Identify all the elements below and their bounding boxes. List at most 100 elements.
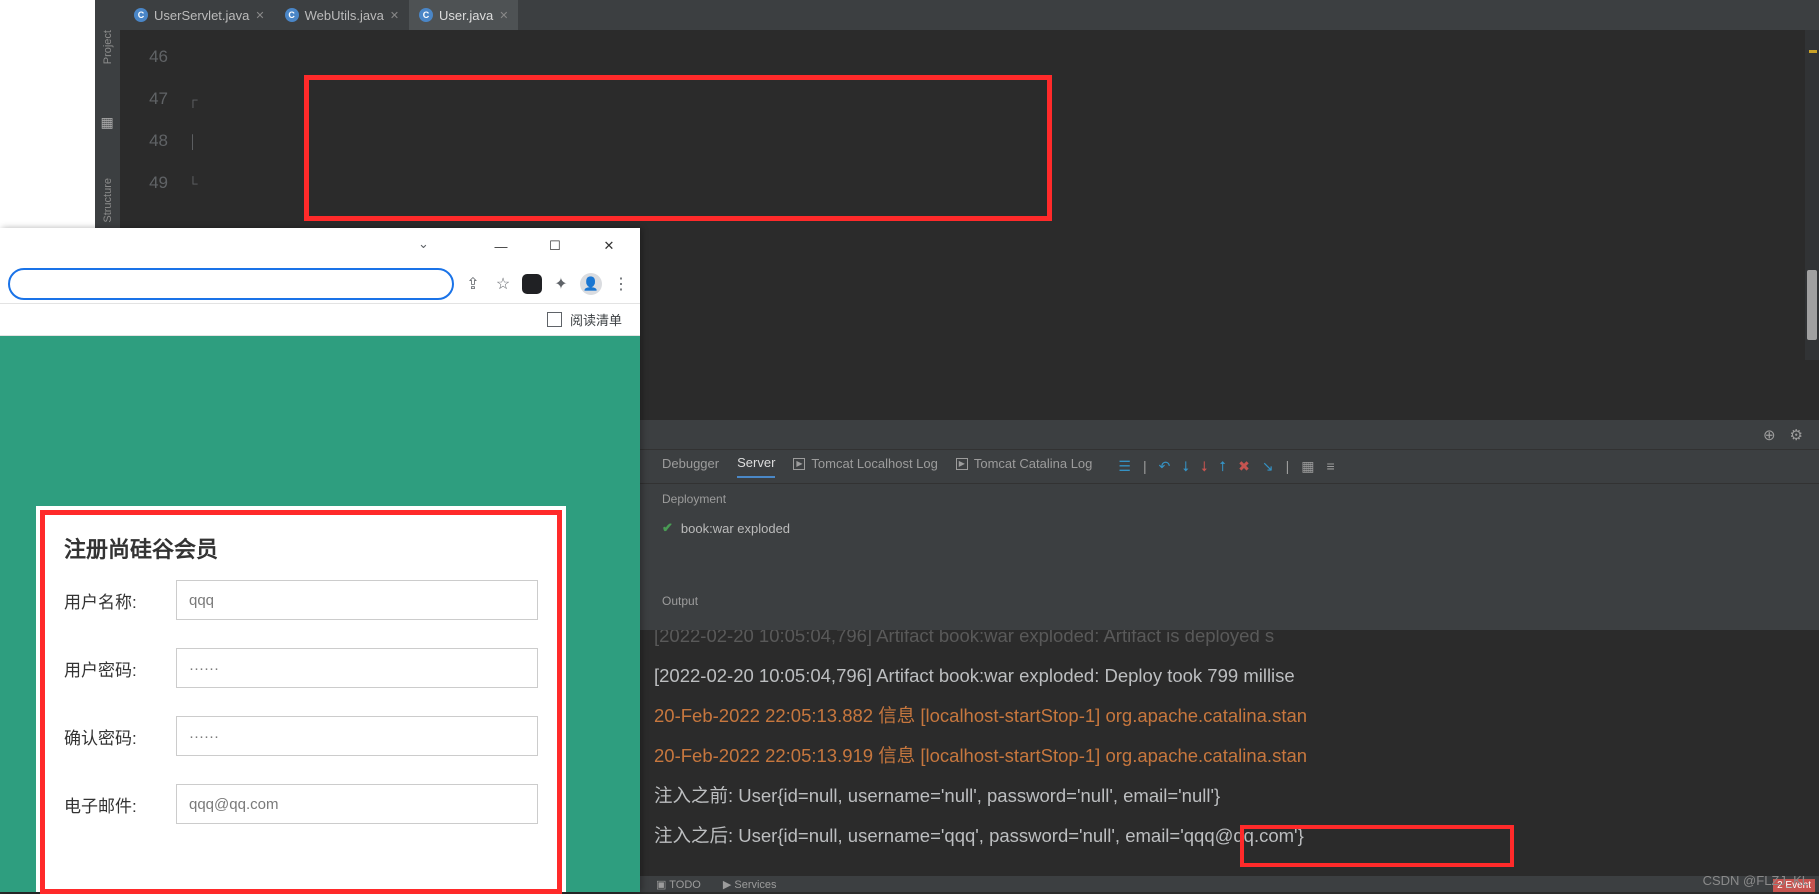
tab-label: UserServlet.java	[154, 8, 249, 23]
tab-debugger[interactable]: Debugger	[662, 456, 719, 477]
star-icon[interactable]: ☆	[492, 274, 514, 294]
console-output[interactable]: [2022-02-20 10:05:04,796] Artifact book:…	[640, 630, 1819, 890]
cancel-icon[interactable]: ✖	[1238, 458, 1250, 475]
line-num: 48	[120, 120, 168, 162]
ide-tool-strip: Project ▦ Structure ☰	[95, 0, 120, 230]
gear-icon[interactable]: ⚙	[1790, 426, 1803, 444]
watermark: CSDN @FLZJ_KL	[1703, 873, 1809, 888]
tool-structure-label[interactable]: Structure	[102, 178, 114, 223]
status-todo[interactable]: ▣ TODO	[656, 878, 701, 891]
address-bar[interactable]	[8, 268, 454, 300]
bookmarks-row: 阅读清单	[0, 304, 640, 336]
console-line: 注入之前: User{id=null, username='null', pas…	[654, 776, 1805, 816]
minimize-button[interactable]: —	[478, 231, 524, 261]
console-line: 20-Feb-2022 22:05:13.919 信息 [localhost-s…	[654, 736, 1805, 776]
email-label: 电子邮件:	[64, 792, 160, 817]
window-titlebar: ⌄ — ☐ ✕	[0, 228, 640, 264]
arrow-up-left-icon[interactable]: ↶	[1159, 458, 1171, 475]
username-input[interactable]	[176, 580, 538, 620]
line-num: 47	[120, 78, 168, 120]
confirm-label: 确认密码:	[64, 724, 160, 749]
panel-top-toolbar: ⊕ ⚙	[640, 420, 1819, 450]
profile-avatar[interactable]: 👤	[580, 273, 602, 295]
kebab-menu-icon[interactable]: ⋮	[610, 274, 632, 294]
browser-toolbar: ⇪ ☆ ✦ 👤 ⋮	[0, 264, 640, 304]
artifact-name: book:war exploded	[681, 521, 790, 536]
ide-status-bar: ▣ TODO ▶ Services	[640, 876, 1819, 892]
username-label: 用户名称:	[64, 588, 160, 613]
tab-webutils[interactable]: C WebUtils.java ✕	[275, 0, 409, 30]
download-red-icon[interactable]: ⭣	[1201, 458, 1208, 475]
log-icon: ▶	[793, 458, 805, 470]
status-services[interactable]: ▶ Services	[723, 878, 777, 891]
form-row-password: 用户密码:	[64, 648, 538, 688]
fold-start-icon[interactable]: ┌	[188, 78, 197, 120]
line-gutter: 46 47 48 49	[120, 36, 180, 204]
editor-scroll-stripe[interactable]	[1805, 30, 1819, 360]
fold-column: ┌ │ └	[182, 36, 204, 204]
deployment-header: Deployment	[640, 484, 1819, 514]
rows-icon[interactable]: ≡	[1326, 458, 1334, 475]
line-num: 46	[120, 36, 168, 78]
close-icon[interactable]: ✕	[255, 9, 264, 22]
puzzle-icon[interactable]: ✦	[550, 274, 572, 294]
confirm-input[interactable]	[176, 716, 538, 756]
form-title: 注册尚硅谷会员	[64, 532, 538, 564]
tab-tomcat-localhost-log[interactable]: ▶ Tomcat Localhost Log	[793, 456, 937, 477]
line-num: 49	[120, 162, 168, 204]
password-input[interactable]	[176, 648, 538, 688]
extension-icon[interactable]	[522, 274, 542, 294]
redo-icon[interactable]: ↘	[1262, 458, 1274, 475]
tab-userservlet[interactable]: C UserServlet.java ✕	[124, 0, 275, 30]
fold-mid: │	[189, 120, 197, 162]
close-icon[interactable]: ✕	[390, 9, 399, 22]
tab-label: Tomcat Catalina Log	[974, 456, 1093, 471]
tab-label: Tomcat Localhost Log	[811, 456, 937, 471]
tab-label: WebUtils.java	[305, 8, 384, 23]
java-class-icon: C	[419, 8, 433, 22]
grid-icon[interactable]: ▦	[1301, 458, 1314, 475]
form-row-email: 电子邮件:	[64, 784, 538, 824]
browser-window: ⌄ — ☐ ✕ ⇪ ☆ ✦ 👤 ⋮ 阅读清单 注册尚硅谷会员 用户名称: 用户密…	[0, 228, 640, 892]
console-line: [2022-02-20 10:05:04,796] Artifact book:…	[654, 630, 1805, 656]
page-content: 注册尚硅谷会员 用户名称: 用户密码: 确认密码: 电子邮件:	[0, 336, 640, 892]
fold-end-icon[interactable]: └	[188, 162, 197, 204]
folder-icon[interactable]: ▦	[101, 114, 115, 128]
console-line: 20-Feb-2022 22:05:13.882 信息 [localhost-s…	[654, 696, 1805, 736]
tab-label: User.java	[439, 8, 493, 23]
log-icon: ▶	[956, 458, 968, 470]
download-icon[interactable]: ⭣	[1182, 458, 1189, 475]
chevron-down-icon[interactable]: ⌄	[418, 236, 429, 252]
password-label: 用户密码:	[64, 656, 160, 681]
code-line	[250, 120, 627, 162]
tab-server[interactable]: Server	[737, 455, 775, 478]
reading-list-icon[interactable]	[547, 312, 562, 327]
tab-tomcat-catalina-log[interactable]: ▶ Tomcat Catalina Log	[956, 456, 1093, 477]
email-input[interactable]	[176, 784, 538, 824]
list-icon[interactable]: ☰	[1118, 458, 1131, 475]
register-form-card: 注册尚硅谷会员 用户名称: 用户密码: 确认密码: 电子邮件:	[36, 506, 566, 892]
editor-tabs: C UserServlet.java ✕ C WebUtils.java ✕ C…	[120, 0, 1819, 30]
maximize-button[interactable]: ☐	[532, 231, 578, 261]
console-line: 注入之后: User{id=null, username='qqq', pass…	[654, 816, 1805, 856]
java-class-icon: C	[285, 8, 299, 22]
form-row-confirm: 确认密码:	[64, 716, 538, 756]
target-icon[interactable]: ⊕	[1763, 426, 1776, 444]
share-icon[interactable]: ⇪	[462, 274, 484, 294]
artifact-row[interactable]: ✔ book:war exploded	[640, 514, 1819, 542]
check-icon: ✔	[662, 520, 673, 536]
panel-action-icons: ☰ | ↶ ⭣ ⭣ ⭡ ✖ ↘ | ▦ ≡	[1118, 458, 1334, 475]
sep: |	[1143, 458, 1147, 475]
output-header: Output	[640, 594, 1819, 620]
console-line: [2022-02-20 10:05:04,796] Artifact book:…	[654, 656, 1805, 696]
upload-icon[interactable]: ⭡	[1220, 458, 1227, 475]
left-gutter-bg	[0, 0, 95, 230]
reading-list-label[interactable]: 阅读清单	[570, 310, 622, 329]
close-icon[interactable]: ✕	[499, 9, 508, 22]
run-panel: ⊕ ⚙ Debugger Server ▶ Tomcat Localhost L…	[640, 420, 1819, 890]
close-button[interactable]: ✕	[586, 231, 632, 261]
tool-project-label[interactable]: Project	[102, 30, 114, 64]
form-row-username: 用户名称:	[64, 580, 538, 620]
tab-user[interactable]: C User.java ✕	[409, 0, 518, 30]
panel-tabs: Debugger Server ▶ Tomcat Localhost Log ▶…	[640, 450, 1819, 484]
